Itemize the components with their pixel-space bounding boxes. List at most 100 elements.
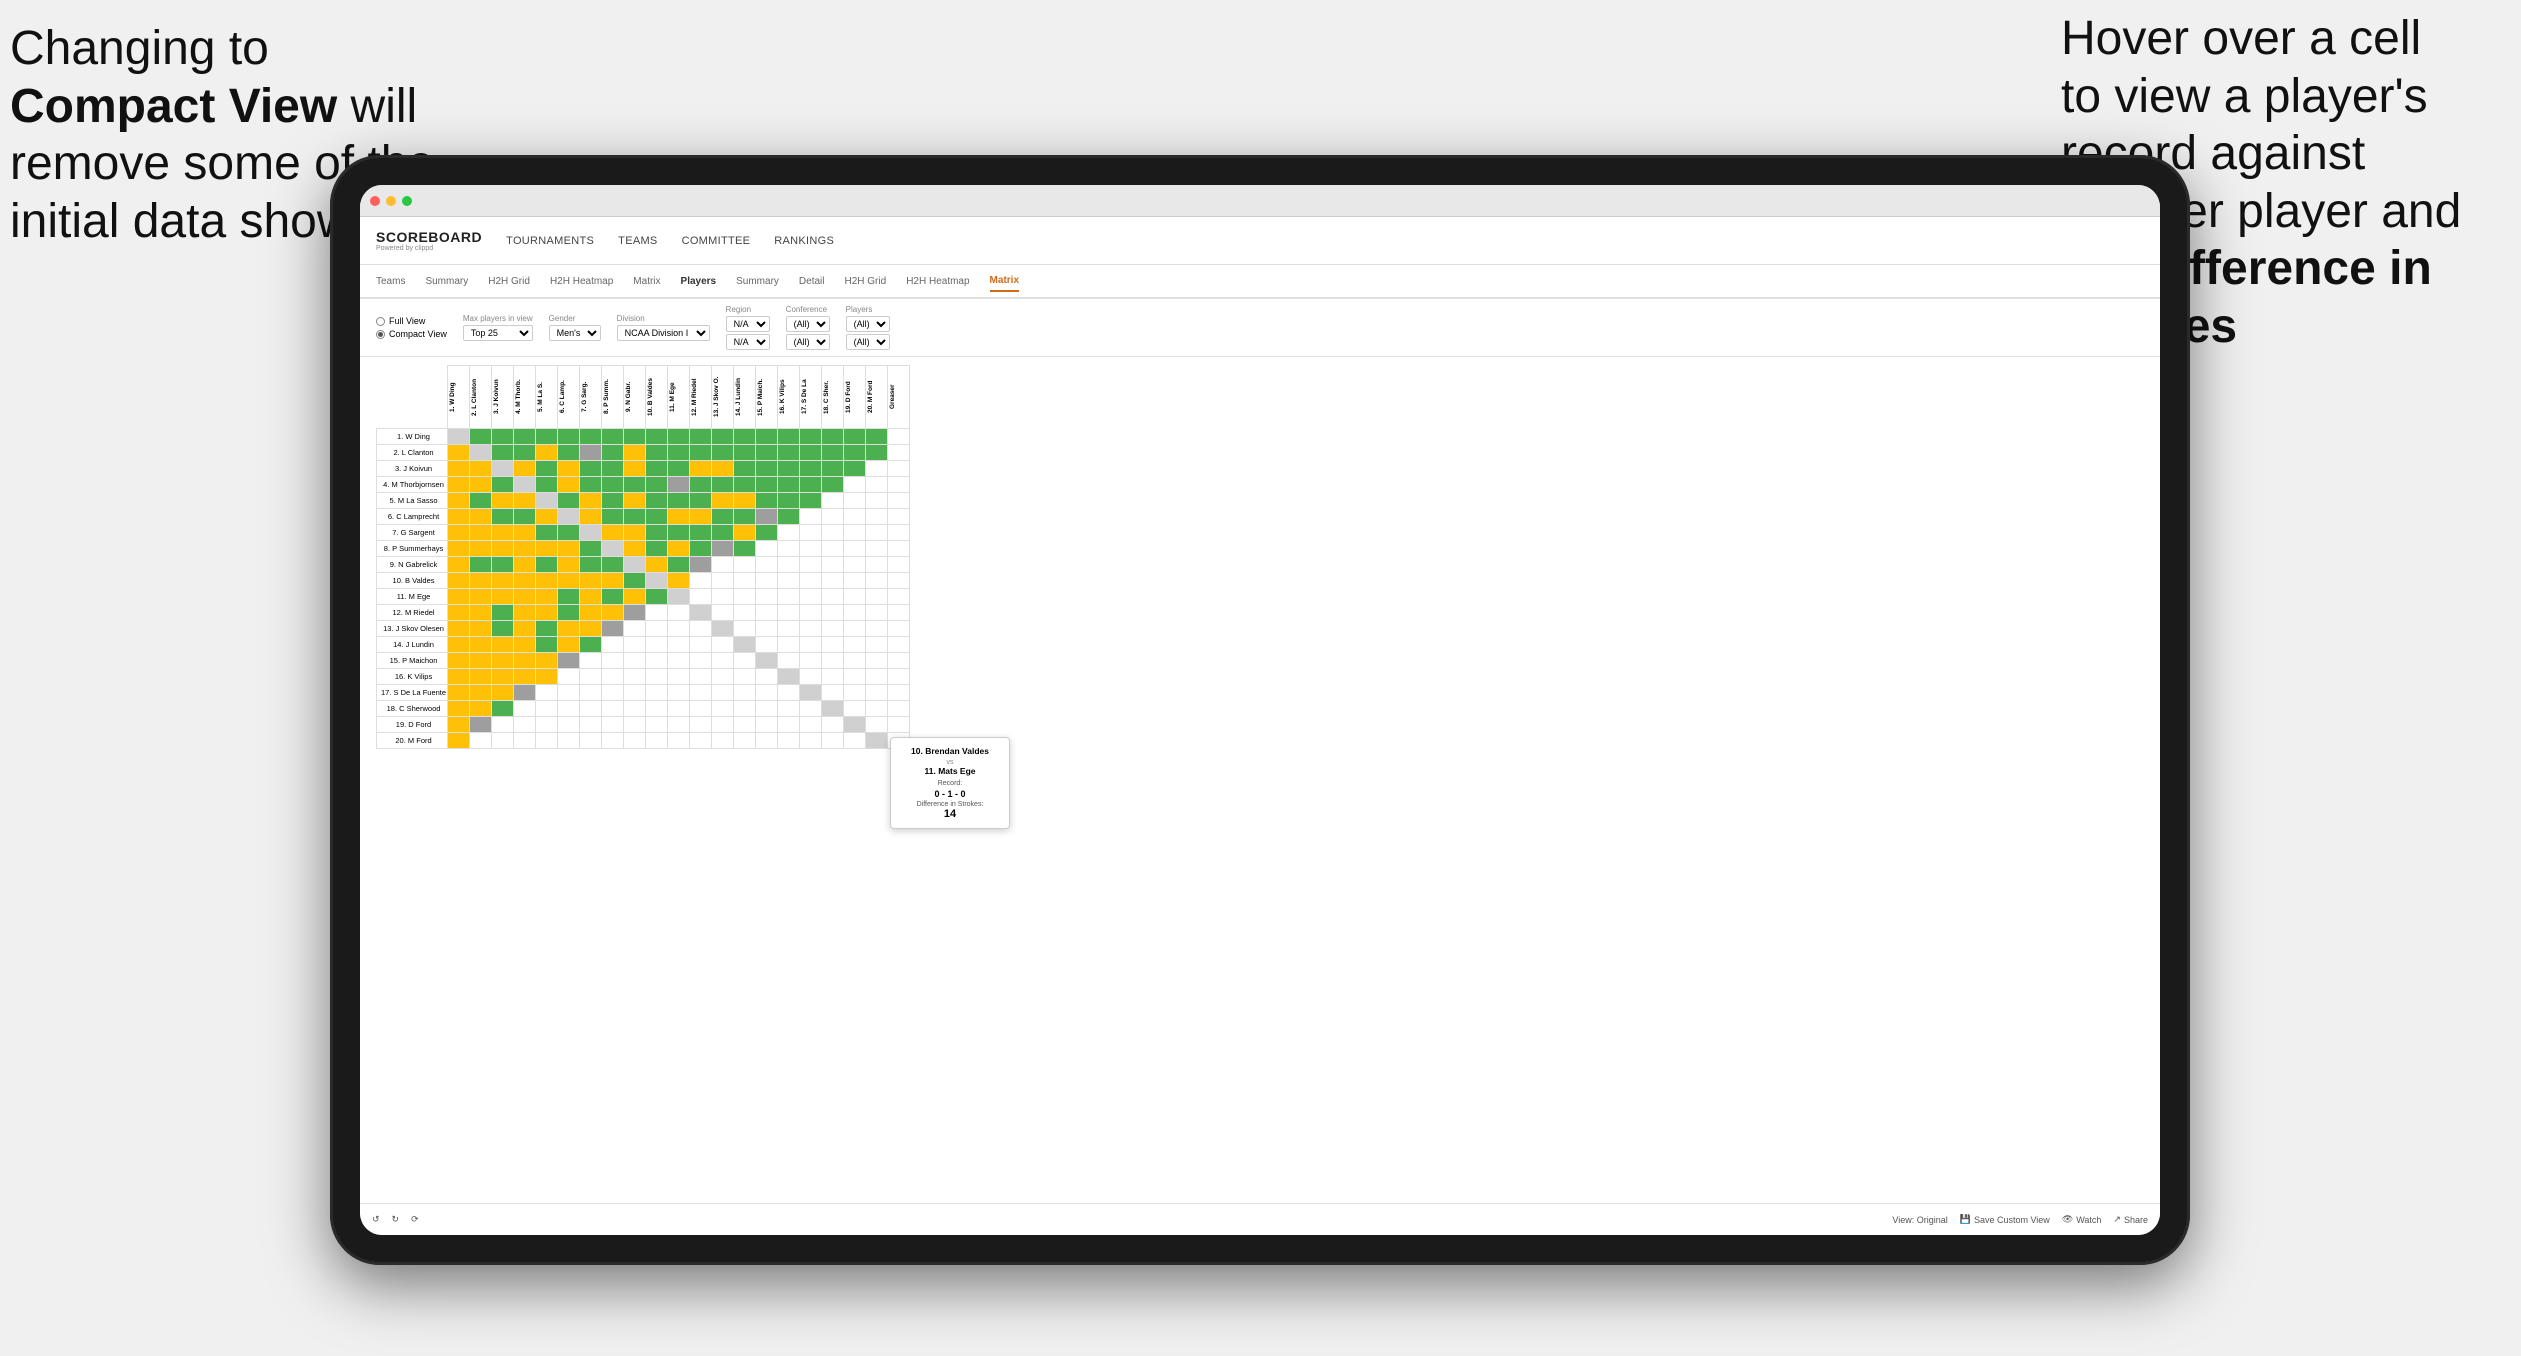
matrix-cell[interactable]	[514, 573, 536, 589]
matrix-cell[interactable]	[756, 541, 778, 557]
matrix-cell[interactable]	[492, 605, 514, 621]
matrix-cell[interactable]	[734, 557, 756, 573]
matrix-cell[interactable]	[602, 589, 624, 605]
matrix-cell[interactable]	[646, 525, 668, 541]
nav-rankings[interactable]: RANKINGS	[774, 231, 834, 251]
matrix-cell[interactable]	[668, 605, 690, 621]
matrix-cell[interactable]	[712, 525, 734, 541]
players-select1[interactable]: (All)	[846, 316, 890, 332]
matrix-cell[interactable]	[734, 621, 756, 637]
matrix-cell[interactable]	[580, 669, 602, 685]
nav-committee[interactable]: COMMITTEE	[682, 231, 751, 251]
sub-nav-teams[interactable]: Teams	[376, 272, 405, 291]
matrix-cell[interactable]	[492, 733, 514, 749]
sub-nav-summary2[interactable]: Summary	[736, 272, 779, 291]
matrix-cell[interactable]	[800, 685, 822, 701]
sub-nav-players[interactable]: Players	[681, 272, 717, 291]
matrix-cell[interactable]	[690, 717, 712, 733]
matrix-cell[interactable]	[690, 701, 712, 717]
matrix-cell[interactable]	[580, 493, 602, 509]
matrix-cell[interactable]	[602, 493, 624, 509]
max-players-select[interactable]: Top 25	[463, 325, 533, 341]
matrix-cell[interactable]	[756, 461, 778, 477]
matrix-cell[interactable]	[712, 733, 734, 749]
matrix-cell[interactable]	[492, 509, 514, 525]
matrix-cell[interactable]	[734, 685, 756, 701]
matrix-cell[interactable]	[800, 525, 822, 541]
matrix-cell[interactable]	[646, 685, 668, 701]
matrix-cell[interactable]	[646, 637, 668, 653]
matrix-cell[interactable]	[844, 477, 866, 493]
matrix-cell[interactable]	[866, 605, 888, 621]
matrix-cell[interactable]	[888, 637, 910, 653]
matrix-cell[interactable]	[778, 685, 800, 701]
matrix-cell[interactable]	[514, 557, 536, 573]
matrix-cell[interactable]	[602, 669, 624, 685]
matrix-cell[interactable]	[822, 669, 844, 685]
matrix-cell[interactable]	[558, 445, 580, 461]
matrix-cell[interactable]	[602, 525, 624, 541]
matrix-cell[interactable]	[558, 493, 580, 509]
matrix-cell[interactable]	[558, 733, 580, 749]
matrix-cell[interactable]	[866, 621, 888, 637]
matrix-cell[interactable]	[756, 477, 778, 493]
matrix-cell[interactable]	[558, 701, 580, 717]
toolbar-share[interactable]: ↗ Share	[2113, 1214, 2148, 1225]
matrix-cell[interactable]	[866, 653, 888, 669]
matrix-cell[interactable]	[888, 445, 910, 461]
matrix-cell[interactable]	[624, 493, 646, 509]
matrix-cell[interactable]	[822, 605, 844, 621]
matrix-cell[interactable]	[778, 509, 800, 525]
matrix-cell[interactable]	[646, 541, 668, 557]
matrix-cell[interactable]	[470, 653, 492, 669]
nav-tournaments[interactable]: TOURNAMENTS	[506, 231, 594, 251]
matrix-cell[interactable]	[668, 525, 690, 541]
matrix-cell[interactable]	[448, 445, 470, 461]
matrix-cell[interactable]	[844, 621, 866, 637]
matrix-cell[interactable]	[448, 701, 470, 717]
matrix-cell[interactable]	[536, 605, 558, 621]
matrix-cell[interactable]	[668, 477, 690, 493]
matrix-cell[interactable]	[470, 509, 492, 525]
matrix-cell[interactable]	[734, 509, 756, 525]
matrix-cell[interactable]	[822, 733, 844, 749]
matrix-cell[interactable]	[536, 621, 558, 637]
matrix-cell[interactable]	[646, 717, 668, 733]
matrix-cell[interactable]	[756, 733, 778, 749]
matrix-cell[interactable]	[668, 429, 690, 445]
matrix-cell[interactable]	[448, 733, 470, 749]
matrix-cell[interactable]	[800, 429, 822, 445]
matrix-cell[interactable]	[844, 701, 866, 717]
toolbar-refresh[interactable]: ⟳	[411, 1214, 419, 1225]
matrix-cell[interactable]	[580, 541, 602, 557]
matrix-cell[interactable]	[624, 525, 646, 541]
matrix-cell[interactable]	[734, 653, 756, 669]
matrix-cell[interactable]	[822, 477, 844, 493]
matrix-cell[interactable]	[580, 701, 602, 717]
matrix-cell[interactable]	[624, 557, 646, 573]
matrix-cell[interactable]	[778, 541, 800, 557]
matrix-cell[interactable]	[690, 557, 712, 573]
matrix-cell[interactable]	[602, 541, 624, 557]
matrix-cell[interactable]	[514, 509, 536, 525]
matrix-cell[interactable]	[690, 669, 712, 685]
matrix-cell[interactable]	[624, 429, 646, 445]
matrix-cell[interactable]	[844, 605, 866, 621]
matrix-cell[interactable]	[800, 605, 822, 621]
matrix-cell[interactable]	[734, 733, 756, 749]
matrix-cell[interactable]	[690, 541, 712, 557]
matrix-cell[interactable]	[668, 557, 690, 573]
matrix-cell[interactable]	[470, 573, 492, 589]
matrix-cell[interactable]	[712, 477, 734, 493]
matrix-cell[interactable]	[646, 669, 668, 685]
matrix-cell[interactable]	[448, 669, 470, 685]
matrix-cell[interactable]	[866, 557, 888, 573]
matrix-cell[interactable]	[778, 669, 800, 685]
matrix-cell[interactable]	[492, 589, 514, 605]
matrix-cell[interactable]	[448, 557, 470, 573]
matrix-cell[interactable]	[822, 637, 844, 653]
matrix-cell[interactable]	[624, 717, 646, 733]
matrix-cell[interactable]	[800, 477, 822, 493]
players-select2[interactable]: (All)	[846, 334, 890, 350]
matrix-cell[interactable]	[844, 557, 866, 573]
